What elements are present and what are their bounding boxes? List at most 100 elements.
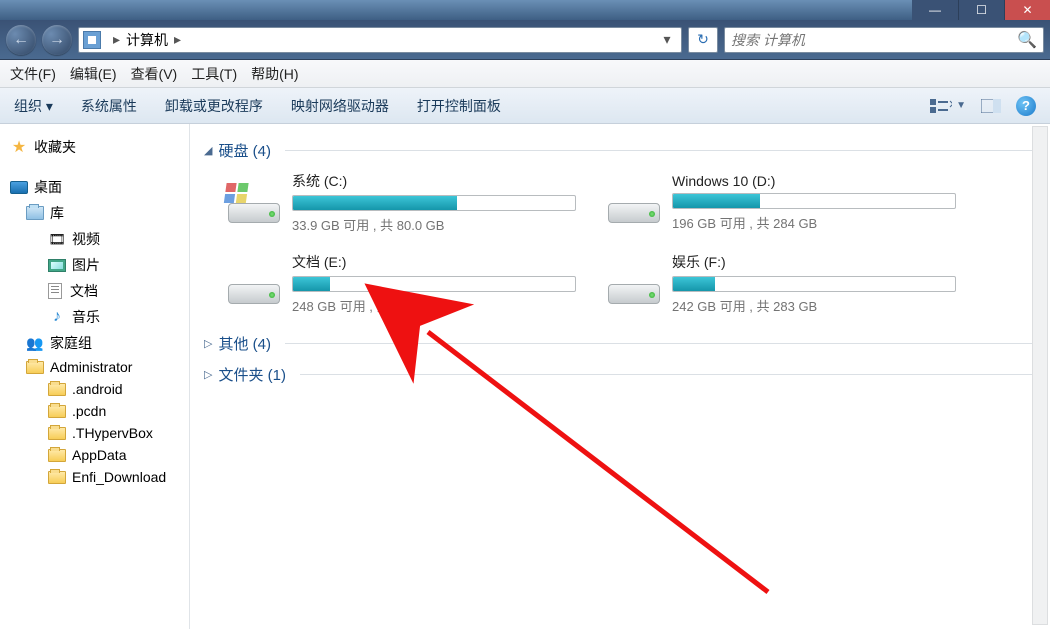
usage-bar bbox=[672, 193, 956, 209]
search-box[interactable]: 🔍 bbox=[724, 27, 1044, 53]
user-folder-icon bbox=[26, 361, 44, 374]
drive-icon bbox=[606, 183, 662, 223]
expand-icon: ▷ bbox=[204, 368, 212, 381]
sidebar-favorites[interactable]: 收藏夹 bbox=[0, 134, 189, 160]
preview-pane-icon[interactable] bbox=[980, 97, 1002, 115]
view-mode-icon[interactable] bbox=[930, 97, 952, 115]
desktop-icon bbox=[10, 181, 28, 194]
close-button[interactable]: ✕ bbox=[1004, 0, 1050, 20]
help-icon[interactable]: ? bbox=[1016, 96, 1036, 116]
group-header-hdd[interactable]: ◢ 硬盘 (4) bbox=[204, 140, 1036, 161]
vertical-scrollbar[interactable] bbox=[1032, 126, 1048, 625]
search-icon[interactable]: 🔍 bbox=[1017, 30, 1037, 50]
library-icon bbox=[26, 206, 44, 220]
usage-bar bbox=[292, 276, 576, 292]
menu-edit[interactable]: 编辑(E) bbox=[70, 64, 117, 84]
folder-icon bbox=[48, 405, 66, 418]
sidebar-music[interactable]: 音乐 bbox=[0, 304, 189, 330]
breadcrumb-location[interactable]: 计算机 bbox=[126, 30, 168, 50]
address-bar[interactable]: ▸ 计算机 ▸ ▾ bbox=[78, 27, 682, 53]
sidebar-user[interactable]: Administrator bbox=[0, 356, 189, 378]
content-pane: ◢ 硬盘 (4) 系统 (C:) 33.9 GB 可用 , 共 80.0 GB bbox=[190, 124, 1050, 629]
sidebar-folder-thyperv[interactable]: .THypervBox bbox=[0, 422, 189, 444]
drive-usage-text: 33.9 GB 可用 , 共 80.0 GB bbox=[292, 215, 576, 234]
drive-usage-text: 196 GB 可用 , 共 284 GB bbox=[672, 213, 956, 232]
drive-name: 文档 (E:) bbox=[292, 252, 576, 272]
usage-fill bbox=[673, 194, 760, 208]
sidebar-libraries[interactable]: 库 bbox=[0, 200, 189, 226]
breadcrumb-sep-icon: ▸ bbox=[174, 31, 181, 48]
drive-c[interactable]: 系统 (C:) 33.9 GB 可用 , 共 80.0 GB bbox=[226, 171, 576, 234]
folder-icon bbox=[48, 449, 66, 462]
open-control-panel-button[interactable]: 打开控制面板 bbox=[417, 96, 501, 116]
drive-icon bbox=[606, 264, 662, 304]
sidebar-label: .android bbox=[72, 381, 123, 397]
menu-bar: 文件(F) 编辑(E) 查看(V) 工具(T) 帮助(H) bbox=[0, 60, 1050, 88]
windows-logo-icon bbox=[226, 183, 250, 205]
nav-bar: ← → ▸ 计算机 ▸ ▾ ↻ 🔍 bbox=[0, 20, 1050, 60]
uninstall-programs-button[interactable]: 卸载或更改程序 bbox=[165, 96, 263, 116]
sidebar-folder-pcdn[interactable]: .pcdn bbox=[0, 400, 189, 422]
folder-icon bbox=[48, 427, 66, 440]
menu-view[interactable]: 查看(V) bbox=[131, 64, 178, 84]
picture-icon bbox=[48, 259, 66, 272]
drive-usage-text: 248 GB 可用 , 共 284 GB bbox=[292, 296, 576, 315]
usage-bar bbox=[292, 195, 576, 211]
organize-button[interactable]: 组织 ▾ bbox=[14, 96, 53, 116]
sidebar-label: 文档 bbox=[70, 281, 98, 301]
menu-help[interactable]: 帮助(H) bbox=[251, 64, 298, 84]
sidebar-folder-enfi[interactable]: Enfi_Download bbox=[0, 466, 189, 488]
address-dropdown[interactable]: ▾ bbox=[657, 31, 677, 48]
document-icon bbox=[48, 283, 62, 299]
sidebar-label: 视频 bbox=[72, 229, 100, 249]
minimize-button[interactable]: — bbox=[912, 0, 958, 20]
usage-fill bbox=[673, 277, 715, 291]
star-icon bbox=[10, 139, 28, 155]
menu-tools[interactable]: 工具(T) bbox=[191, 64, 237, 84]
titlebar: — ☐ ✕ bbox=[0, 0, 1050, 20]
group-label: 其他 (4) bbox=[218, 333, 271, 354]
back-button[interactable]: ← bbox=[6, 25, 36, 55]
sidebar-desktop[interactable]: 桌面 bbox=[0, 174, 189, 200]
sidebar-videos[interactable]: 视频 bbox=[0, 226, 189, 252]
sidebar-label: .THypervBox bbox=[72, 425, 153, 441]
music-icon bbox=[48, 309, 66, 325]
sidebar-label: Enfi_Download bbox=[72, 469, 166, 485]
forward-button[interactable]: → bbox=[42, 25, 72, 55]
homegroup-icon bbox=[26, 335, 44, 351]
drive-name: 系统 (C:) bbox=[292, 171, 576, 191]
sidebar-homegroup[interactable]: 家庭组 bbox=[0, 330, 189, 356]
drive-name: Windows 10 (D:) bbox=[672, 173, 956, 189]
divider bbox=[285, 343, 1036, 344]
expand-icon: ▷ bbox=[204, 337, 212, 350]
drive-f[interactable]: 娱乐 (F:) 242 GB 可用 , 共 283 GB bbox=[606, 252, 956, 315]
sidebar-label: 音乐 bbox=[72, 307, 100, 327]
sidebar-pictures[interactable]: 图片 bbox=[0, 252, 189, 278]
chevron-down-icon[interactable]: ▼ bbox=[956, 100, 966, 111]
group-label: 文件夹 (1) bbox=[218, 364, 286, 385]
sidebar-folder-appdata[interactable]: AppData bbox=[0, 444, 189, 466]
command-bar: 组织 ▾ 系统属性 卸载或更改程序 映射网络驱动器 打开控制面板 ▼ ? bbox=[0, 88, 1050, 124]
refresh-button[interactable]: ↻ bbox=[688, 27, 718, 53]
sidebar-documents[interactable]: 文档 bbox=[0, 278, 189, 304]
group-header-folders[interactable]: ▷ 文件夹 (1) bbox=[204, 364, 1036, 385]
sidebar-label: AppData bbox=[72, 447, 126, 463]
sidebar-folder-android[interactable]: .android bbox=[0, 378, 189, 400]
usage-bar bbox=[672, 276, 956, 292]
drive-icon bbox=[226, 183, 282, 223]
system-properties-button[interactable]: 系统属性 bbox=[81, 96, 137, 116]
nav-pane: 收藏夹 桌面 库 视频 图片 文档 音乐 家庭组 bbox=[0, 124, 190, 629]
breadcrumb-sep-icon: ▸ bbox=[113, 31, 120, 48]
menu-file[interactable]: 文件(F) bbox=[10, 64, 56, 84]
folder-icon bbox=[48, 383, 66, 396]
drive-d[interactable]: Windows 10 (D:) 196 GB 可用 , 共 284 GB bbox=[606, 171, 956, 234]
drive-name: 娱乐 (F:) bbox=[672, 252, 956, 272]
search-input[interactable] bbox=[731, 32, 1017, 48]
sidebar-label: Administrator bbox=[50, 359, 132, 375]
sidebar-label: 库 bbox=[50, 203, 64, 223]
map-drive-button[interactable]: 映射网络驱动器 bbox=[291, 96, 389, 116]
group-header-other[interactable]: ▷ 其他 (4) bbox=[204, 333, 1036, 354]
drive-e[interactable]: 文档 (E:) 248 GB 可用 , 共 284 GB bbox=[226, 252, 576, 315]
maximize-button[interactable]: ☐ bbox=[958, 0, 1004, 20]
video-icon bbox=[48, 231, 66, 247]
